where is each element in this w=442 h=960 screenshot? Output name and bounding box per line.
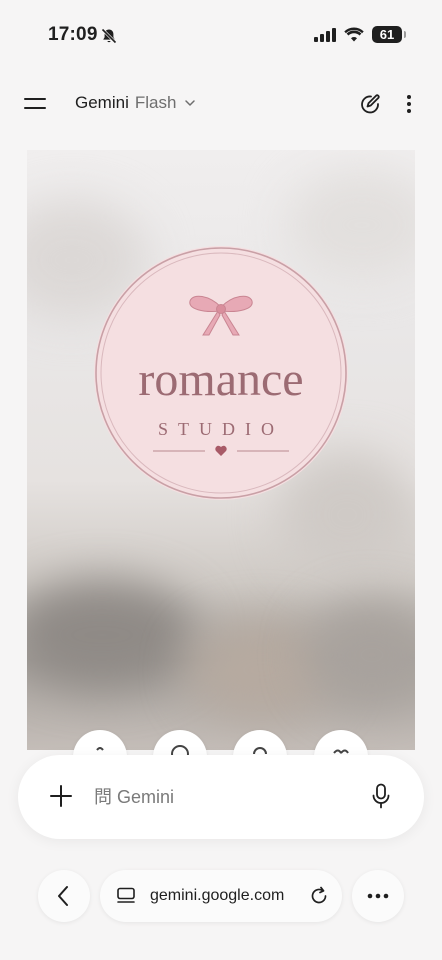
model-name: Flash <box>134 93 177 112</box>
app-title: Gemini <box>75 93 129 112</box>
menu-button[interactable] <box>24 94 48 114</box>
more-horizontal-icon <box>367 893 389 899</box>
logo-subtitle: STUDIO <box>158 419 284 439</box>
prompt-bar <box>18 755 424 839</box>
status-indicators: 61 <box>314 26 406 43</box>
new-chat-icon[interactable] <box>358 92 382 116</box>
browser-toolbar: gemini.google.com <box>0 868 442 926</box>
address-bar[interactable]: gemini.google.com <box>100 870 342 922</box>
background-blur-shape <box>27 580 197 690</box>
prompt-input[interactable] <box>94 783 354 811</box>
bell-muted-icon <box>101 28 117 44</box>
battery-indicator: 61 <box>372 26 406 43</box>
add-attachment-icon[interactable] <box>50 785 72 807</box>
chevron-left-icon <box>58 886 68 906</box>
chevron-down-icon <box>185 100 196 106</box>
cellular-signal-icon <box>314 27 336 42</box>
browser-more-button[interactable] <box>352 870 404 922</box>
back-button[interactable] <box>38 870 90 922</box>
generated-image[interactable]: romance STUDIO <box>27 150 415 750</box>
url-text: gemini.google.com <box>150 887 285 904</box>
wifi-icon <box>344 27 364 42</box>
battery-level: 61 <box>379 27 395 42</box>
status-bar: 17:09 61 <box>0 0 442 70</box>
logo-wordmark: romance <box>138 353 303 406</box>
microphone-icon[interactable] <box>370 783 392 809</box>
app-header: Gemini Flash <box>0 80 442 128</box>
status-time: 17:09 <box>48 24 98 45</box>
model-selector[interactable]: Gemini Flash <box>75 93 196 113</box>
more-options-icon[interactable] <box>402 92 416 116</box>
romance-studio-logo: romance STUDIO <box>94 246 348 500</box>
tab-overview-icon <box>117 887 135 903</box>
reload-icon[interactable] <box>308 885 330 907</box>
